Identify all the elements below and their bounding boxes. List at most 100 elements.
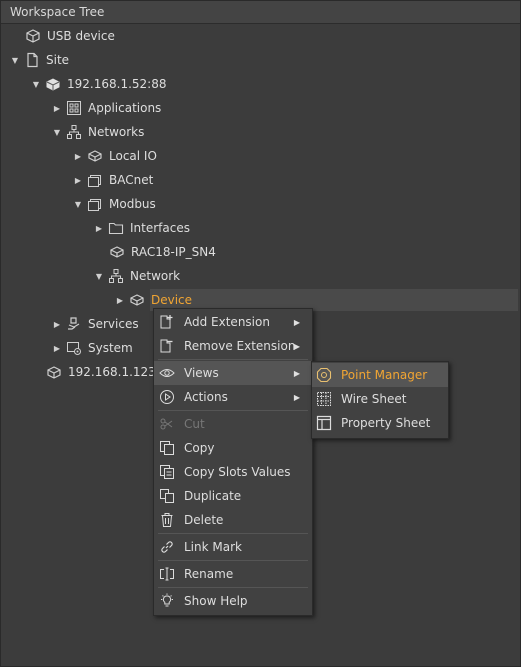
tree-label: BACnet bbox=[109, 173, 154, 187]
submenu-arrow-icon: ▶ bbox=[293, 341, 300, 351]
tree-item-host-2[interactable]: 192.168.1.123: bbox=[42, 360, 160, 384]
tree-label: Networks bbox=[88, 125, 145, 139]
menu-label: Show Help bbox=[184, 594, 248, 608]
protocol-stack-icon bbox=[87, 196, 103, 212]
copy-icon bbox=[159, 440, 175, 456]
tree-item-usb-device[interactable]: USB device bbox=[21, 24, 115, 48]
tree-item-modbus[interactable]: ▼ Modbus bbox=[73, 192, 156, 216]
menu-item-duplicate[interactable]: Duplicate bbox=[154, 484, 312, 508]
menu-item-remove-extension[interactable]: Remove Extension ▶ bbox=[154, 334, 312, 358]
menu-item-show-help[interactable]: Show Help bbox=[154, 589, 312, 613]
tree-label: System bbox=[88, 341, 133, 355]
menu-item-property-sheet[interactable]: Property Sheet bbox=[312, 411, 448, 435]
tree-label: Site bbox=[46, 53, 70, 67]
submenu-arrow-icon: ▶ bbox=[293, 368, 300, 378]
applications-grid-icon bbox=[66, 100, 82, 116]
table-icon bbox=[316, 415, 332, 431]
eye-icon bbox=[159, 365, 175, 381]
menu-label: Actions bbox=[184, 390, 228, 404]
chevron-right-icon[interactable]: ▶ bbox=[115, 295, 125, 305]
tree-item-host-1[interactable]: ▼ 192.168.1.52:88 bbox=[31, 72, 167, 96]
menu-item-copy[interactable]: Copy bbox=[154, 436, 312, 460]
menu-item-wire-sheet[interactable]: Wire Sheet bbox=[312, 387, 448, 411]
tree-label: Services bbox=[88, 317, 139, 331]
controller-icon bbox=[45, 76, 61, 92]
menu-label: Views bbox=[184, 366, 219, 380]
menu-label: Property Sheet bbox=[341, 416, 431, 430]
menu-separator bbox=[158, 359, 308, 360]
chevron-right-icon[interactable]: ▶ bbox=[52, 319, 62, 329]
protocol-stack-icon bbox=[87, 172, 103, 188]
menu-item-cut[interactable]: Cut bbox=[154, 412, 312, 436]
menu-label: Point Manager bbox=[341, 368, 428, 382]
duplicate-icon bbox=[159, 488, 175, 504]
tree-label-device: Device bbox=[151, 293, 193, 307]
play-circle-icon bbox=[159, 389, 175, 405]
grid-icon bbox=[316, 391, 332, 407]
tree-label: Applications bbox=[88, 101, 162, 115]
context-menu: Add Extension ▶ Remove Extension ▶ Views… bbox=[153, 308, 313, 616]
device-cube-icon bbox=[109, 244, 125, 260]
menu-item-views[interactable]: Views ▶ bbox=[154, 361, 312, 385]
copy-slots-icon bbox=[159, 464, 175, 480]
device-cube-icon bbox=[129, 292, 145, 308]
menu-label: Wire Sheet bbox=[341, 392, 407, 406]
link-icon bbox=[159, 539, 175, 555]
menu-separator bbox=[158, 533, 308, 534]
panel-title: Workspace Tree bbox=[10, 5, 105, 19]
tree-label: 192.168.1.123: bbox=[68, 365, 160, 379]
tree-item-rac18[interactable]: RAC18-IP_SN4 bbox=[105, 240, 216, 264]
remove-extension-icon bbox=[159, 338, 175, 354]
menu-item-actions[interactable]: Actions ▶ bbox=[154, 385, 312, 409]
scissors-icon bbox=[159, 416, 175, 432]
menu-item-delete[interactable]: Delete bbox=[154, 508, 312, 532]
chevron-right-icon[interactable]: ▶ bbox=[94, 223, 104, 233]
trash-icon bbox=[159, 512, 175, 528]
menu-item-link-mark[interactable]: Link Mark bbox=[154, 535, 312, 559]
services-icon bbox=[66, 316, 82, 332]
tree-label: Network bbox=[130, 269, 181, 283]
tree-item-bacnet[interactable]: ▶ BACnet bbox=[73, 168, 153, 192]
system-gear-icon bbox=[66, 340, 82, 356]
chevron-down-icon[interactable]: ▼ bbox=[52, 127, 62, 137]
tree-item-site[interactable]: ▼ Site bbox=[10, 48, 69, 72]
menu-item-point-manager[interactable]: Point Manager bbox=[312, 363, 448, 387]
tree-label: RAC18-IP_SN4 bbox=[131, 245, 216, 259]
menu-item-add-extension[interactable]: Add Extension ▶ bbox=[154, 310, 312, 334]
tree-label: Local IO bbox=[109, 149, 157, 163]
menu-separator bbox=[158, 560, 308, 561]
folder-icon bbox=[108, 220, 124, 236]
chevron-down-icon[interactable]: ▼ bbox=[94, 271, 104, 281]
tree-item-networks[interactable]: ▼ Networks bbox=[52, 120, 144, 144]
chevron-right-icon[interactable]: ▶ bbox=[52, 343, 62, 353]
tree-label: Interfaces bbox=[130, 221, 190, 235]
tree-item-system[interactable]: ▶ System bbox=[52, 336, 133, 360]
menu-item-copy-slots-values[interactable]: Copy Slots Values bbox=[154, 460, 312, 484]
menu-label: Copy bbox=[184, 441, 215, 455]
network-topology-icon bbox=[108, 268, 124, 284]
chevron-right-icon[interactable]: ▶ bbox=[73, 175, 83, 185]
menu-item-rename[interactable]: Rename bbox=[154, 562, 312, 586]
tree-item-applications[interactable]: ▶ Applications bbox=[52, 96, 161, 120]
menu-separator bbox=[158, 587, 308, 588]
chevron-down-icon[interactable]: ▼ bbox=[31, 79, 41, 89]
chevron-right-icon[interactable]: ▶ bbox=[73, 151, 83, 161]
menu-label: Add Extension bbox=[184, 315, 270, 329]
rename-icon bbox=[159, 566, 175, 582]
tree-label: USB device bbox=[47, 29, 115, 43]
tree-item-interfaces[interactable]: ▶ Interfaces bbox=[94, 216, 190, 240]
chevron-right-icon[interactable]: ▶ bbox=[52, 103, 62, 113]
menu-label: Rename bbox=[184, 567, 234, 581]
controller-icon bbox=[46, 364, 62, 380]
add-extension-icon bbox=[159, 314, 175, 330]
document-icon bbox=[24, 52, 40, 68]
tree-item-services[interactable]: ▶ Services bbox=[52, 312, 139, 336]
tree-item-network[interactable]: ▼ Network bbox=[94, 264, 180, 288]
lightbulb-icon bbox=[159, 593, 175, 609]
chevron-down-icon[interactable]: ▼ bbox=[73, 199, 83, 209]
chevron-down-icon[interactable]: ▼ bbox=[10, 55, 20, 65]
tree-item-local-io[interactable]: ▶ Local IO bbox=[73, 144, 157, 168]
point-manager-icon bbox=[316, 367, 332, 383]
menu-label: Duplicate bbox=[184, 489, 242, 503]
panel-titlebar: Workspace Tree bbox=[1, 1, 520, 24]
